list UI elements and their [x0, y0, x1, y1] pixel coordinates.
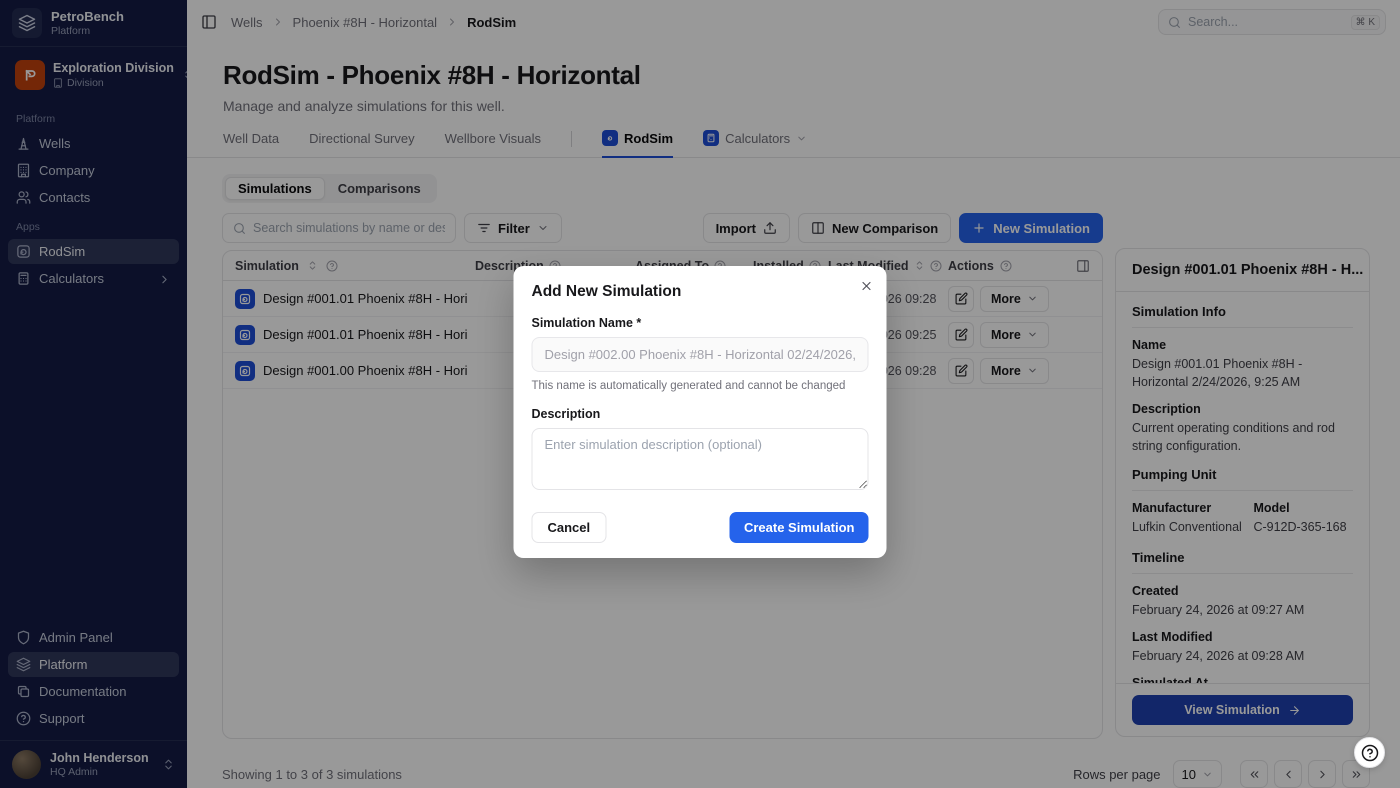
help-circle-icon [1361, 744, 1379, 762]
create-simulation-button[interactable]: Create Simulation [730, 512, 869, 543]
simulation-name-help: This name is automatically generated and… [532, 380, 869, 392]
description-label: Description [532, 407, 869, 421]
add-simulation-modal: Add New Simulation Simulation Name * Thi… [514, 266, 887, 558]
simulation-name-label: Simulation Name * [532, 316, 869, 330]
cancel-button[interactable]: Cancel [532, 512, 607, 543]
simulation-name-input[interactable] [532, 337, 869, 372]
close-icon[interactable] [860, 279, 874, 293]
description-textarea[interactable] [532, 428, 869, 490]
modal-title: Add New Simulation [532, 283, 869, 301]
help-button[interactable] [1354, 737, 1385, 768]
